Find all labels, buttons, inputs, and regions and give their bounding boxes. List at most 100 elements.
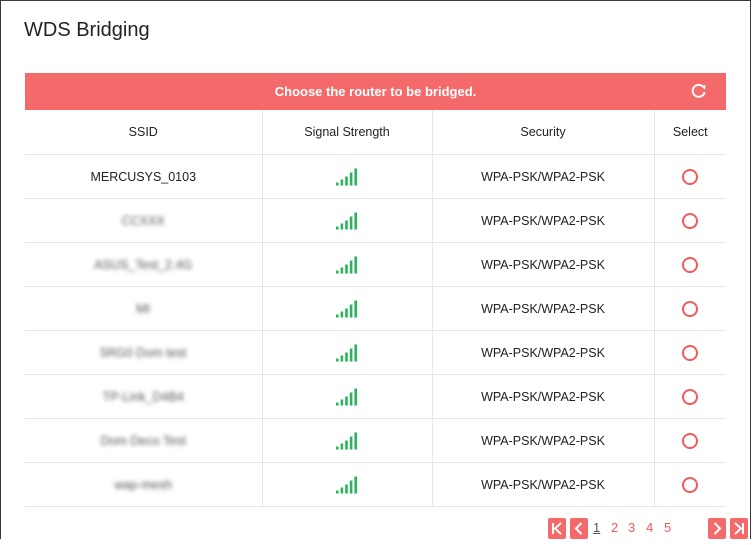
select-cell <box>653 198 726 243</box>
signal-bar <box>336 270 339 273</box>
signal-bar <box>354 476 357 493</box>
col-header-signal: Signal Strength <box>261 110 432 155</box>
ssid-text: MI <box>136 301 151 316</box>
refresh-icon[interactable] <box>690 82 708 100</box>
signal-bar <box>349 348 353 361</box>
select-radio[interactable] <box>682 476 699 493</box>
page-1-link[interactable]: 1 <box>593 520 600 535</box>
page-3-link[interactable]: 3 <box>628 520 635 535</box>
signal-bar <box>349 436 353 449</box>
table-row[interactable]: MERCUSYS_0103 WPA-PSK/WPA2-PSK <box>25 154 726 199</box>
page-5-link[interactable]: 5 <box>664 520 671 535</box>
select-radio[interactable] <box>682 300 699 317</box>
signal-bar <box>354 168 357 185</box>
ssid-cell: wap-mesh <box>25 462 262 507</box>
select-radio[interactable] <box>682 344 699 361</box>
signal-bar <box>340 487 344 493</box>
select-radio[interactable] <box>682 212 699 229</box>
table-row[interactable]: Dom Deco Test WPA-PSK/WPA2-PSK <box>25 418 726 463</box>
ssid-cell: TP-Link_D4B4 <box>25 374 262 419</box>
chevron-left-icon <box>574 522 583 535</box>
ssid-cell: 5RG0 Dom test <box>25 330 262 375</box>
signal-bar <box>340 223 344 229</box>
table-banner: Choose the router to be bridged. <box>25 73 726 110</box>
select-radio[interactable] <box>682 168 699 185</box>
select-cell <box>653 154 726 199</box>
next-page-button[interactable] <box>708 518 726 539</box>
select-radio[interactable] <box>682 256 699 273</box>
signal-strength-icon <box>336 432 357 449</box>
signal-bar <box>349 392 353 405</box>
security-cell: WPA-PSK/WPA2-PSK <box>431 330 654 375</box>
first-page-button[interactable] <box>548 518 566 539</box>
signal-bar <box>345 176 348 185</box>
security-cell: WPA-PSK/WPA2-PSK <box>431 154 654 199</box>
table-row[interactable]: MI WPA-PSK/WPA2-PSK <box>25 286 726 331</box>
ssid-cell: Dom Deco Test <box>25 418 262 463</box>
table-row[interactable]: TP-Link_D4B4 WPA-PSK/WPA2-PSK <box>25 374 726 419</box>
page-2-link[interactable]: 2 <box>611 520 618 535</box>
ssid-text: 5RG0 Dom test <box>100 345 187 360</box>
table-row[interactable]: wap-mesh WPA-PSK/WPA2-PSK <box>25 462 726 507</box>
signal-bar <box>345 484 348 493</box>
page-4-link[interactable]: 4 <box>646 520 653 535</box>
first-page-icon <box>552 522 562 535</box>
security-cell: WPA-PSK/WPA2-PSK <box>431 418 654 463</box>
last-page-button[interactable] <box>730 518 748 539</box>
select-radio[interactable] <box>682 388 699 405</box>
ssid-text: ASUS_Test_2.4G <box>94 257 193 272</box>
signal-strength-icon <box>336 256 357 273</box>
signal-bar <box>349 304 353 317</box>
signal-bar <box>336 182 339 185</box>
ssid-text: wap-mesh <box>114 477 173 492</box>
ap-table: SSID Signal Strength Security Select MER… <box>25 110 726 507</box>
signal-bar <box>354 432 357 449</box>
ssid-text: CCXXX <box>121 213 165 228</box>
signal-cell <box>261 154 432 199</box>
ssid-text: MERCUSYS_0103 <box>90 169 197 184</box>
ssid-cell: MI <box>25 286 262 331</box>
signal-bar <box>340 443 344 449</box>
signal-bar <box>345 352 348 361</box>
signal-bar <box>345 440 348 449</box>
signal-bar <box>336 314 339 317</box>
security-cell: WPA-PSK/WPA2-PSK <box>431 374 654 419</box>
signal-bar <box>345 396 348 405</box>
signal-bar <box>349 216 353 229</box>
signal-bar <box>354 388 357 405</box>
signal-bar <box>354 256 357 273</box>
signal-bar <box>340 179 344 185</box>
ssid-text: TP-Link_D4B4 <box>102 389 184 404</box>
select-radio[interactable] <box>682 432 699 449</box>
signal-bar <box>336 402 339 405</box>
select-cell <box>653 330 726 375</box>
page-title: WDS Bridging <box>24 19 150 41</box>
ssid-text: Dom Deco Test <box>100 433 186 448</box>
signal-bar <box>345 264 348 273</box>
pagination: 1 2 3 4 5 <box>0 518 753 539</box>
prev-page-button[interactable] <box>570 518 588 539</box>
signal-strength-icon <box>336 168 357 185</box>
signal-cell <box>261 462 432 507</box>
signal-bar <box>349 260 353 273</box>
select-cell <box>653 242 726 287</box>
signal-bar <box>349 172 353 185</box>
security-cell: WPA-PSK/WPA2-PSK <box>431 198 654 243</box>
table-row[interactable]: ASUS_Test_2.4G WPA-PSK/WPA2-PSK <box>25 242 726 287</box>
signal-bar <box>336 358 339 361</box>
signal-cell <box>261 330 432 375</box>
table-row[interactable]: CCXXX WPA-PSK/WPA2-PSK <box>25 198 726 243</box>
table-row[interactable]: 5RG0 Dom test WPA-PSK/WPA2-PSK <box>25 330 726 375</box>
signal-bar <box>336 490 339 493</box>
col-header-ssid: SSID <box>25 110 262 155</box>
signal-cell <box>261 286 432 331</box>
signal-cell <box>261 374 432 419</box>
select-cell <box>653 462 726 507</box>
signal-strength-icon <box>336 300 357 317</box>
select-cell <box>653 374 726 419</box>
signal-bar <box>354 344 357 361</box>
signal-bar <box>345 308 348 317</box>
signal-cell <box>261 198 432 243</box>
select-cell <box>653 418 726 463</box>
col-header-security: Security <box>431 110 654 155</box>
